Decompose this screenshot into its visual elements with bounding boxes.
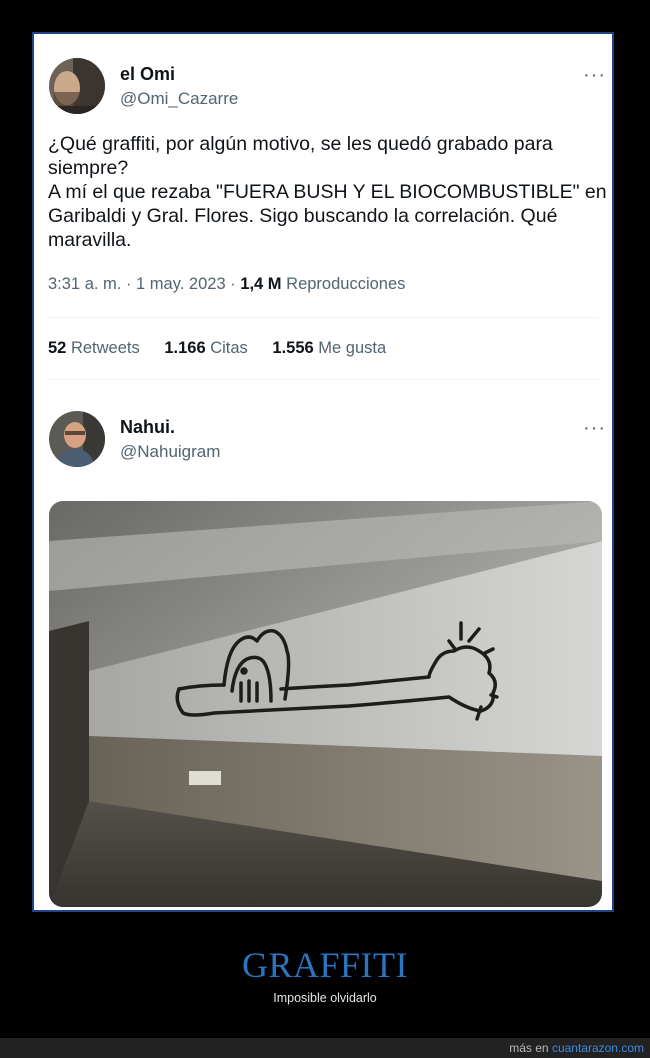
tweet-timestamp[interactable]: 3:31 a. m. · 1 may. 2023 · [48, 275, 240, 293]
tweet-text-line: ¿Qué graffiti, por algún motivo, se les … [48, 133, 553, 155]
more-options-icon[interactable]: ··· [583, 65, 606, 85]
tweet-text-line: maravilla. [48, 229, 132, 251]
footer-bar: más en cuantarazon.com [0, 1038, 650, 1058]
divider [48, 317, 598, 318]
tweet-text: ¿Qué graffiti, por algún motivo, se les … [48, 132, 607, 252]
footer-prefix: más en [509, 1041, 552, 1055]
author-name[interactable]: el Omi [120, 64, 175, 85]
tweet-screenshot-card: el Omi @Omi_Cazarre ··· ¿Qué graffiti, p… [32, 32, 614, 912]
avatar-el-omi[interactable] [49, 58, 105, 114]
graffiti-photo[interactable] [49, 501, 602, 907]
views-count: 1,4 M [240, 275, 282, 293]
tweet-text-line: A mí el que rezaba "FUERA BUSH Y EL BIOC… [48, 181, 607, 203]
footer-site-link[interactable]: cuantarazon.com [552, 1041, 644, 1055]
engagement-stats: 52 Retweets 1.166 Citas 1.556 Me gusta [48, 339, 406, 358]
footer-credit: más en cuantarazon.com [509, 1041, 644, 1055]
quotes-stat[interactable]: 1.166 Citas [164, 339, 247, 357]
likes-stat[interactable]: 1.556 Me gusta [272, 339, 386, 357]
divider [48, 379, 598, 380]
tweet-text-line: Garibaldi y Gral. Flores. Sigo buscando … [48, 205, 558, 227]
author-name[interactable]: Nahui. [120, 417, 175, 438]
avatar-nahui[interactable] [49, 411, 105, 467]
more-options-icon[interactable]: ··· [583, 418, 606, 438]
tweet-text-line: siempre? [48, 157, 129, 179]
author-handle[interactable]: @Nahuigram [120, 442, 220, 462]
tweet-timestamp-row: 3:31 a. m. · 1 may. 2023 · 1,4 M Reprodu… [48, 275, 405, 294]
retweets-stat[interactable]: 52 Retweets [48, 339, 140, 357]
caption-subtitle: Imposible olvidarlo [273, 991, 377, 1005]
caption-title: GRAFFITI [241, 945, 409, 985]
author-handle[interactable]: @Omi_Cazarre [120, 89, 238, 109]
views-label: Reproducciones [281, 275, 406, 293]
